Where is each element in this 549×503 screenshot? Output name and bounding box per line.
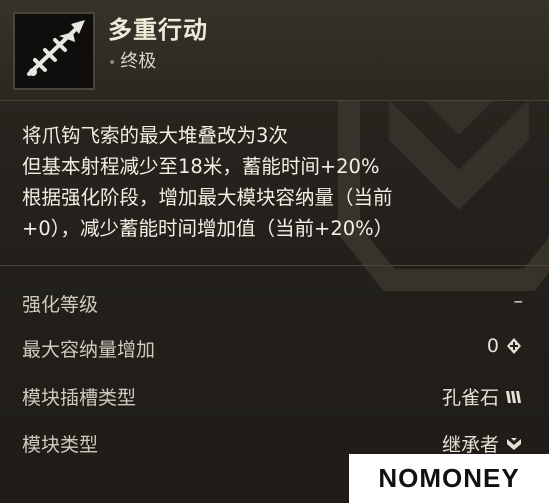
stat-value: – <box>514 290 524 312</box>
chain-hook-icon <box>13 12 95 90</box>
description-line: 将爪钩飞索的最大堆叠改为3次 <box>22 124 288 147</box>
stat-value-text: 孔雀石 <box>441 387 499 409</box>
module-title: 多重行动 <box>108 16 208 44</box>
description-line: +0），减少蓄能时间增加值（当前+20%） <box>22 217 394 240</box>
watermark-logo: NOMONEY <box>349 454 549 503</box>
stat-value-text: 0 <box>486 335 499 357</box>
malachite-slot-icon <box>506 390 521 403</box>
stat-value-text: 继承者 <box>441 434 499 456</box>
stat-row-enhance-level: 强化等级 – <box>0 290 549 320</box>
watermark-text: NOMONEY <box>378 463 520 493</box>
stat-value: 孔雀石 <box>442 383 523 410</box>
stat-label: 模块插槽类型 <box>22 387 137 409</box>
successor-type-icon <box>507 437 521 450</box>
rarity-label: 终极 <box>120 51 157 72</box>
stat-label: 最大容纳量增加 <box>22 339 156 361</box>
module-description: 将爪钩飞索的最大堆叠改为3次 但基本射程减少至18米，蓄能时间+20% 根据强化… <box>22 120 522 244</box>
stat-label: 模块类型 <box>22 434 99 456</box>
tooltip-header: 多重行动 • 终极 <box>0 0 549 100</box>
bullet-icon: • <box>108 55 117 71</box>
module-tooltip: 多重行动 • 终极 将爪钩飞索的最大堆叠改为3次 但基本射程减少至18米，蓄能时间… <box>0 0 549 503</box>
description-line: 但基本射程减少至18米，蓄能时间+20% <box>22 155 380 178</box>
stat-row-capacity: 最大容纳量增加 0 <box>0 335 549 365</box>
description-divider <box>0 265 549 266</box>
stat-value: 0 <box>487 335 523 357</box>
capacity-icon <box>507 338 521 354</box>
module-rarity: • 终极 <box>108 47 156 73</box>
stat-value-text: – <box>513 290 524 312</box>
description-line: 根据强化阶段，增加最大模块容纳量（当前 <box>22 186 393 209</box>
header-divider <box>0 100 549 101</box>
stat-label: 强化等级 <box>22 294 99 316</box>
stat-value: 继承者 <box>442 430 523 457</box>
stat-row-slot-type: 模块插槽类型 孔雀石 <box>0 383 549 413</box>
